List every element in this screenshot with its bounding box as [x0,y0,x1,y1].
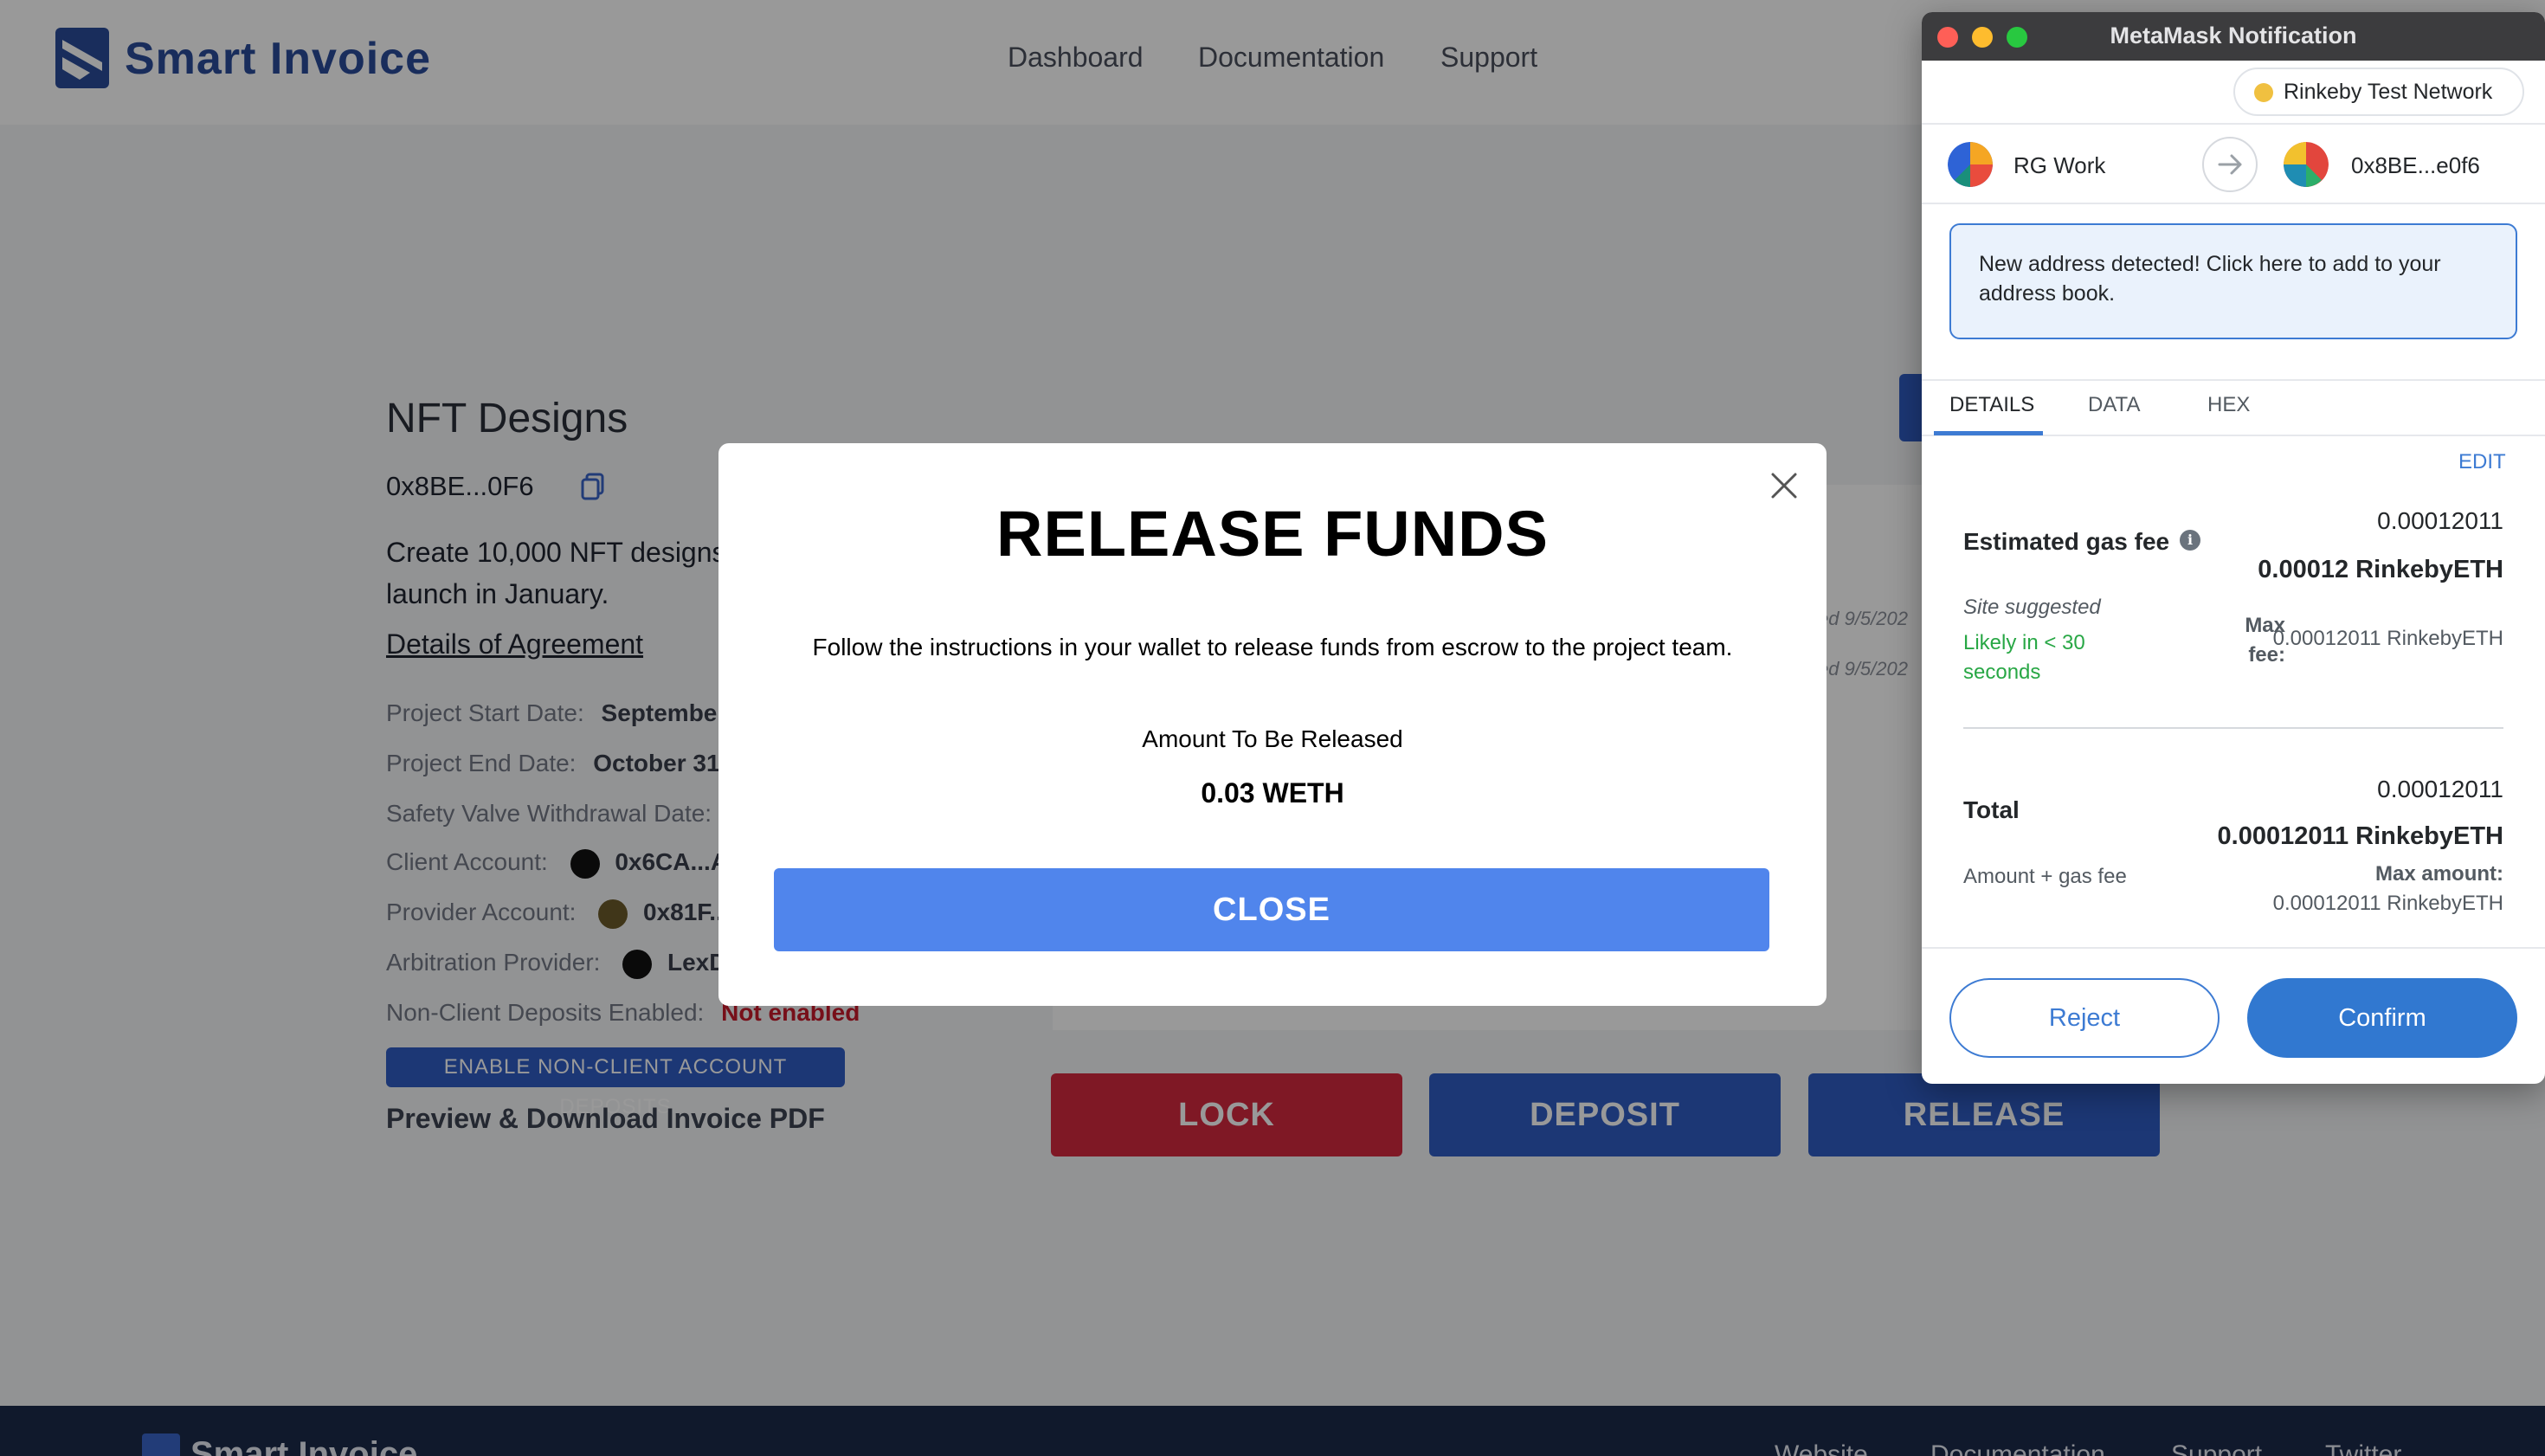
max-amount-value: 0.00012011 RinkebyETH [2272,892,2503,915]
modal-instructions: Follow the instructions in your wallet t… [812,634,1733,660]
total-value: 0.00012011 [2377,776,2503,802]
details-tabs: DETAILS DATA HEX [1922,379,2545,436]
arrow-right-icon [2202,137,2258,192]
to-account-address[interactable]: 0x8BE...e0f6 [2351,152,2480,179]
estimated-gas-fee-label: Estimated gas fee [1963,528,2170,555]
from-account-name[interactable]: RG Work [2013,152,2105,179]
reject-button[interactable]: Reject [1949,978,2220,1058]
site-suggested-label: Site suggested [1963,596,2101,619]
max-amount-label: Max amount: [2374,862,2503,886]
info-icon[interactable]: i [2180,530,2200,551]
confirm-button[interactable]: Confirm [2247,978,2517,1058]
metamask-window: MetaMask Notification Rinkeby Test Netwo… [1922,12,2545,1084]
network-selector[interactable]: Rinkeby Test Network [2233,68,2524,116]
from-account-avatar [1948,142,1993,187]
network-status-dot [2254,83,2273,102]
gas-fee-eth: 0.00012 RinkebyETH [2258,556,2503,583]
total-eth: 0.00012011 RinkebyETH [2217,822,2503,850]
amount-label: Amount To Be Released [1142,725,1403,752]
network-name: Rinkeby Test Network [2284,80,2493,104]
amount-plus-gas-label: Amount + gas fee [1963,865,2127,888]
tab-data[interactable]: DATA [2088,393,2140,417]
account-transfer-row: RG Work 0x8BE...e0f6 [1922,123,2545,204]
active-tab-indicator [1934,431,2043,435]
close-button[interactable]: CLOSE [774,868,1769,951]
total-label: Total [1963,796,2020,823]
edit-gas-link[interactable]: EDIT [2458,450,2506,474]
window-titlebar: MetaMask Notification [1922,12,2545,61]
window-title: MetaMask Notification [2110,23,2357,48]
footer-divider [1922,947,2545,949]
divider [1963,727,2503,729]
likely-time-estimate: Likely in < 30 seconds [1963,631,2085,684]
amount-value: 0.03 WETH [1201,777,1344,809]
gas-fee-value: 0.00012011 [2377,507,2503,534]
tab-details[interactable]: DETAILS [1949,393,2034,417]
tab-hex[interactable]: HEX [2207,393,2250,417]
to-account-avatar [2284,142,2329,187]
modal-title: RELEASE FUNDS [996,498,1549,570]
max-fee-value: 0.00012011 RinkebyETH [2272,627,2503,650]
new-address-alert[interactable]: New address detected! Click here to add … [1949,223,2517,339]
close-icon[interactable] [1769,471,1799,500]
